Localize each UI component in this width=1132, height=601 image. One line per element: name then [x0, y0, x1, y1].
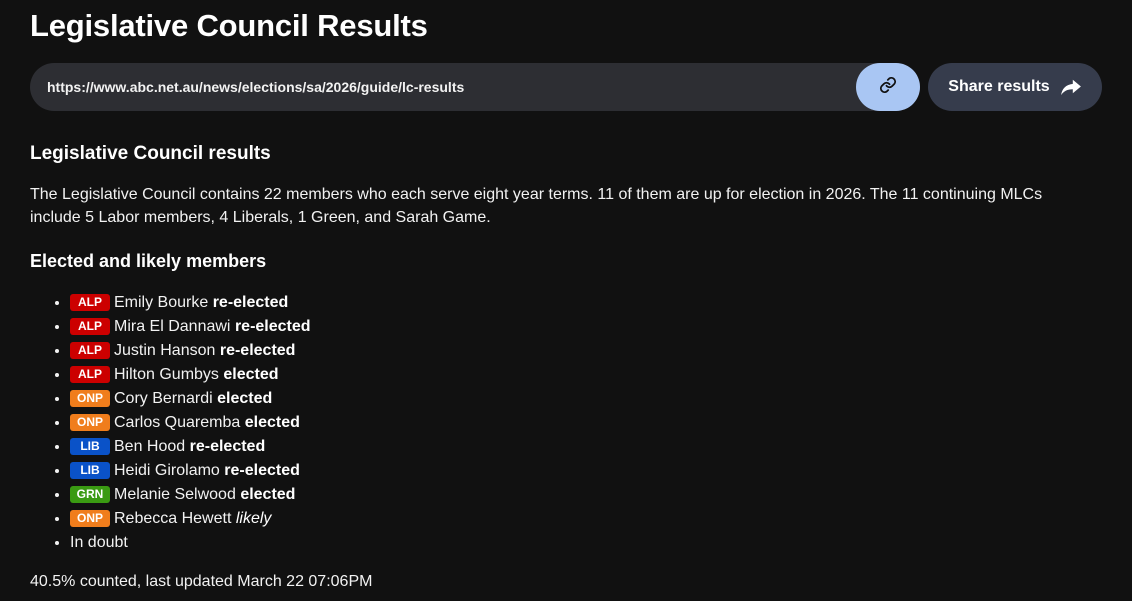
- member-item: ONPCory Bernardi elected: [70, 387, 311, 411]
- member-item: ALPJustin Hanson re-elected: [70, 339, 311, 363]
- member-item: ONPCarlos Quaremba elected: [70, 411, 311, 435]
- member-status: elected: [240, 486, 296, 503]
- share-bar: https://www.abc.net.au/news/elections/sa…: [30, 63, 1102, 111]
- party-badge: ALP: [70, 318, 110, 335]
- member-item: ALPHilton Gumbys elected: [70, 363, 311, 387]
- url-text: https://www.abc.net.au/news/elections/sa…: [47, 79, 465, 95]
- link-icon: [879, 76, 897, 99]
- results-page: Legislative Council Results https://www.…: [0, 0, 1132, 601]
- page-title: Legislative Council Results: [30, 8, 428, 43]
- party-badge: ONP: [70, 390, 110, 407]
- member-status: re-elected: [212, 294, 289, 311]
- member-name: Carlos Quaremba: [114, 414, 241, 431]
- member-item: GRNMelanie Selwood elected: [70, 483, 311, 507]
- party-badge: ONP: [70, 510, 110, 527]
- member-item: ALPMira El Dannawi re-elected: [70, 315, 311, 339]
- party-badge: ALP: [70, 342, 110, 359]
- member-name: Mira El Dannawi: [114, 318, 231, 335]
- member-item: LIBHeidi Girolamo re-elected: [70, 459, 311, 483]
- url-field[interactable]: https://www.abc.net.au/news/elections/sa…: [30, 63, 920, 111]
- member-status: re-elected: [224, 462, 300, 479]
- member-status: elected: [223, 366, 279, 383]
- count-status: 40.5% counted, last updated March 22 07:…: [30, 573, 373, 590]
- member-name: Hilton Gumbys: [114, 366, 219, 383]
- member-name: Rebecca Hewett: [114, 510, 232, 527]
- member-name: In doubt: [70, 534, 128, 551]
- member-status: elected: [217, 390, 273, 407]
- members-list: ALPEmily Bourke re-electedALPMira El Dan…: [30, 291, 311, 555]
- section-title: Legislative Council results: [30, 143, 271, 164]
- party-badge: LIB: [70, 462, 110, 479]
- copy-link-button[interactable]: [856, 63, 920, 111]
- member-status: elected: [244, 414, 300, 431]
- member-name: Emily Bourke: [114, 294, 209, 311]
- party-badge: LIB: [70, 438, 110, 455]
- member-status: re-elected: [189, 438, 266, 455]
- member-name: Heidi Girolamo: [114, 462, 220, 479]
- member-status: likely: [235, 510, 272, 527]
- intro-paragraph: The Legislative Council contains 22 memb…: [30, 186, 1043, 226]
- member-status: re-elected: [219, 342, 296, 359]
- member-item: ALPEmily Bourke re-elected: [70, 291, 311, 315]
- party-badge: GRN: [70, 486, 110, 503]
- member-status: re-elected: [234, 318, 311, 335]
- member-item: In doubt: [70, 531, 311, 555]
- member-item: ONPRebecca Hewett likely: [70, 507, 311, 531]
- members-heading: Elected and likely members: [30, 251, 267, 271]
- member-name: Ben Hood: [114, 438, 186, 455]
- share-arrow-icon: [1060, 78, 1082, 96]
- member-item: LIBBen Hood re-elected: [70, 435, 311, 459]
- party-badge: ALP: [70, 366, 110, 383]
- member-name: Melanie Selwood: [114, 486, 236, 503]
- share-results-button[interactable]: Share results: [928, 63, 1102, 111]
- member-name: Justin Hanson: [114, 342, 216, 359]
- share-results-label: Share results: [948, 78, 1050, 95]
- party-badge: ALP: [70, 294, 110, 311]
- party-badge: ONP: [70, 414, 110, 431]
- member-name: Cory Bernardi: [114, 390, 213, 407]
